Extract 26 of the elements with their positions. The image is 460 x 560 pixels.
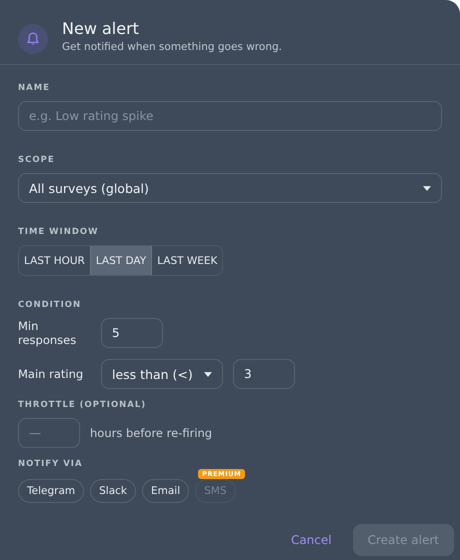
field-hint: hours before re-firing [90, 426, 212, 440]
field-label: CONDITION [18, 300, 82, 310]
input-field[interactable]: 5 [101, 318, 163, 348]
channel-chip[interactable]: Telegram [18, 479, 84, 503]
field-label: TIME WINDOW [18, 227, 100, 237]
input-field[interactable]: e.g. Low rating spike [18, 101, 442, 131]
field-label: NAME [18, 83, 51, 93]
segment-tab[interactable]: LAST WEEK [152, 246, 222, 275]
field-label: SCOPE [18, 155, 56, 165]
dropdown[interactable]: less than (<) [101, 359, 223, 389]
field-label: Min responses [18, 319, 78, 347]
dropdown[interactable]: All surveys (global) [18, 173, 442, 203]
dialog-subtitle: Get notified when something goes wrong. [62, 41, 282, 53]
channel-chip[interactable]: Slack [90, 479, 136, 503]
field-label: Main rating [18, 367, 84, 381]
caret-icon [423, 186, 431, 190]
segment-tab[interactable]: LAST HOUR [19, 246, 90, 275]
segment-tab[interactable]: LAST DAY [90, 246, 152, 275]
input-field[interactable]: 3 [233, 359, 295, 389]
bell-icon [18, 24, 48, 54]
input-field[interactable]: — [18, 418, 80, 448]
field-label: NOTIFY VIA [18, 459, 84, 469]
field-label: THROTTLE (OPTIONAL) [18, 400, 148, 410]
caret-icon [204, 372, 212, 376]
dialog-title: New alert [62, 19, 140, 38]
channel-chip[interactable]: Email [142, 479, 190, 503]
